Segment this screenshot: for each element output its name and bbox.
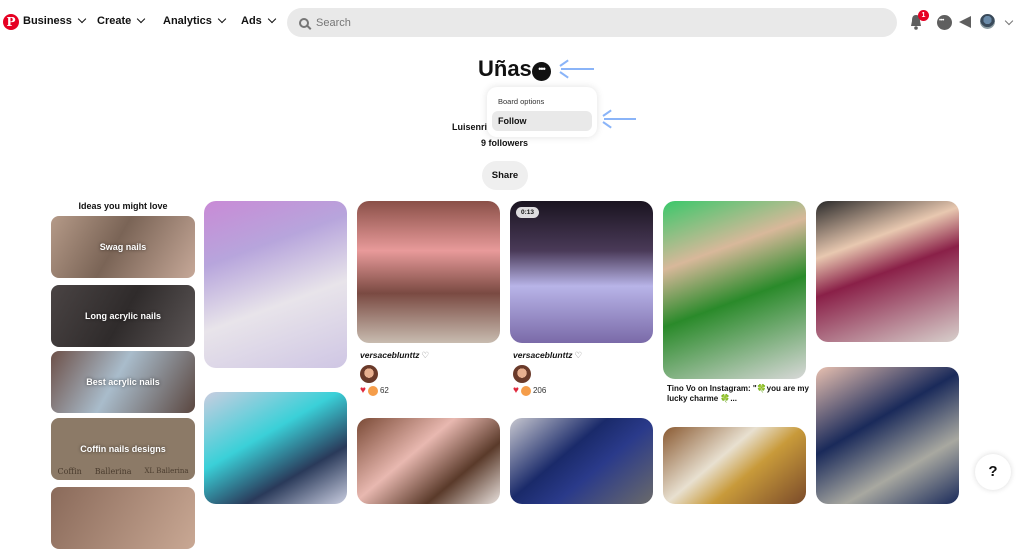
messages-icon[interactable] xyxy=(937,15,952,30)
ideas-heading: Ideas you might love xyxy=(78,201,168,211)
user-avatar[interactable] xyxy=(980,14,995,29)
pin-reactions: ♥ 62 xyxy=(360,385,389,396)
chevron-down-icon xyxy=(267,14,277,24)
pin-author[interactable]: versaceblunttz ♡ xyxy=(513,350,582,361)
wow-reaction-icon xyxy=(520,385,531,396)
pin-image-lavender-nails[interactable] xyxy=(204,201,347,368)
board-options-heading: Board options xyxy=(498,97,545,106)
chevron-down-icon xyxy=(217,14,227,24)
nav-analytics[interactable]: Analytics xyxy=(163,14,227,27)
idea-card[interactable] xyxy=(51,487,195,549)
reaction-count: 206 xyxy=(532,386,547,395)
nav-ads[interactable]: Ads xyxy=(241,14,277,27)
pin-author-avatar[interactable] xyxy=(513,365,531,383)
heart-outline-icon[interactable]: ♡ xyxy=(575,350,583,360)
pin-image-leopard-nails[interactable] xyxy=(357,418,500,504)
pin-image-gold-nails[interactable] xyxy=(663,427,806,504)
chevron-down-icon xyxy=(137,14,146,24)
heart-reaction-icon: ♥ xyxy=(513,385,519,396)
board-options-menu: Board options Follow xyxy=(487,87,597,137)
search-icon xyxy=(299,17,309,28)
board-more-options-button[interactable]: ••• xyxy=(532,62,551,81)
nav-business-label: Business xyxy=(23,15,72,27)
pin-author-avatar[interactable] xyxy=(360,365,378,383)
pin-author[interactable]: versaceblunttz ♡ xyxy=(360,350,429,361)
board-owner[interactable]: Luisenri xyxy=(452,122,487,132)
pin-image-navy-gold-nails[interactable] xyxy=(816,367,959,504)
nav-create[interactable]: Create xyxy=(97,14,146,27)
video-duration-badge: 0:13 xyxy=(516,207,540,218)
idea-long-acrylic-nails[interactable]: Long acrylic nails xyxy=(51,285,195,347)
heart-outline-icon[interactable]: ♡ xyxy=(422,350,430,360)
followers-count[interactable]: 9 followers xyxy=(481,138,528,148)
shape-label: Ballerina xyxy=(94,467,132,476)
idea-label: Best acrylic nails xyxy=(86,377,160,387)
nav-analytics-label: Analytics xyxy=(163,15,212,27)
search-bar[interactable] xyxy=(287,8,897,37)
coffin-shape-labels: Coffin Ballerina XL Ballerina xyxy=(51,467,195,476)
megaphone-icon[interactable] xyxy=(959,16,971,28)
idea-swag-nails[interactable]: Swag nails xyxy=(51,216,195,278)
pin-author-name: versaceblunttz xyxy=(360,350,420,360)
pin-image-turquoise-nails[interactable] xyxy=(204,392,347,504)
nav-business[interactable]: Business xyxy=(23,14,87,27)
help-button[interactable]: ? xyxy=(975,454,1011,490)
reaction-count: 62 xyxy=(379,386,389,395)
shape-label: XL Ballerina xyxy=(144,467,189,475)
account-chevron-down-icon[interactable] xyxy=(1004,16,1014,26)
idea-label: Long acrylic nails xyxy=(84,311,162,321)
chevron-down-icon xyxy=(77,14,87,24)
search-input[interactable] xyxy=(316,16,876,29)
pin-image-purple-stiletto-video[interactable]: 0:13 xyxy=(510,201,653,343)
notification-badge: 1 xyxy=(918,10,929,21)
idea-best-acrylic-nails[interactable]: Best acrylic nails xyxy=(51,351,195,413)
idea-label: Coffin nails designs xyxy=(80,444,166,454)
pin-caption[interactable]: Tino Vo on Instagram: "🍀you are my lucky… xyxy=(667,384,809,404)
shape-label: Coffin xyxy=(57,467,82,476)
board-title: Uñas xyxy=(478,56,532,81)
nav-create-label: Create xyxy=(97,15,132,27)
pin-image-green-nails[interactable] xyxy=(663,201,806,379)
pin-image-burgundy-nude-nails[interactable] xyxy=(816,201,959,342)
pin-image-blue-nails[interactable] xyxy=(510,418,653,504)
share-button[interactable]: Share xyxy=(482,161,528,190)
idea-label: Swag nails xyxy=(99,242,147,252)
pinterest-logo-icon[interactable]: P xyxy=(3,14,19,30)
pin-author-name: versaceblunttz xyxy=(513,350,573,360)
pin-reactions: ♥ 206 xyxy=(513,385,546,396)
wow-reaction-icon xyxy=(367,385,378,396)
annotation-arrow-icon xyxy=(561,68,594,70)
top-navigation: P Business Create Analytics Ads 1 xyxy=(0,0,1024,45)
heart-reaction-icon: ♥ xyxy=(360,385,366,396)
nav-ads-label: Ads xyxy=(241,15,262,27)
follow-menu-item[interactable]: Follow xyxy=(492,111,592,131)
pin-image-pink-stiletto-nails[interactable] xyxy=(357,201,500,343)
idea-coffin-nails-designs[interactable]: Coffin nails designs Coffin Ballerina XL… xyxy=(51,418,195,480)
annotation-arrow-icon xyxy=(604,118,636,120)
